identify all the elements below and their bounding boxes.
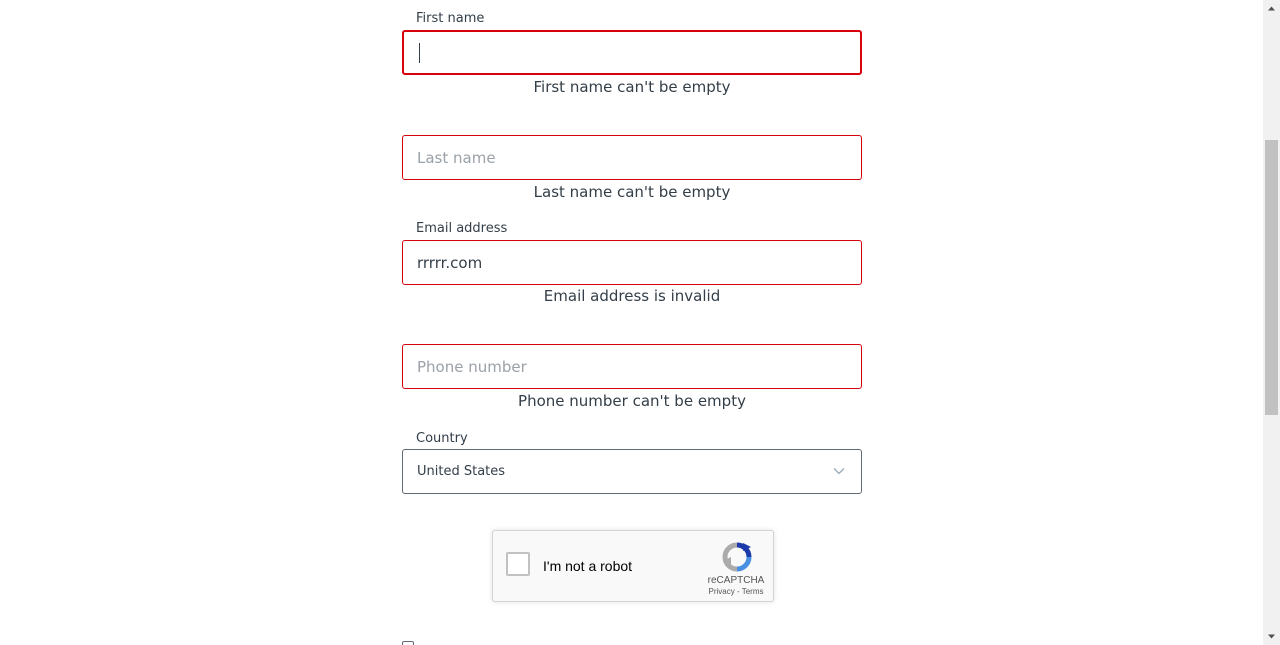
country-select[interactable]: United States	[402, 449, 862, 494]
recaptcha-privacy-link[interactable]: Privacy	[709, 587, 735, 596]
scroll-up-arrow-icon[interactable]	[1263, 0, 1280, 17]
phone-error: Phone number can't be empty	[518, 392, 746, 410]
recaptcha-brand: reCAPTCHA	[707, 575, 765, 586]
first-name-field[interactable]	[402, 30, 862, 75]
last-name-input[interactable]	[403, 136, 861, 179]
chevron-down-icon	[833, 468, 845, 475]
recaptcha-widget: I'm not a robot reCAPTCHA Privacy - Term…	[492, 530, 774, 602]
first-name-input[interactable]	[404, 32, 860, 73]
recaptcha-label: I'm not a robot	[543, 558, 633, 574]
recaptcha-terms-link[interactable]: Terms	[742, 587, 764, 596]
first-name-error: First name can't be empty	[533, 78, 731, 96]
recaptcha-links: Privacy - Terms	[699, 587, 773, 596]
recaptcha-checkbox[interactable]	[506, 552, 530, 576]
text-caret	[419, 43, 420, 63]
scroll-down-arrow-icon[interactable]	[1263, 628, 1280, 645]
email-label: Email address	[416, 221, 508, 236]
page-scrollbar[interactable]	[1263, 0, 1280, 645]
email-error: Email address is invalid	[543, 287, 721, 305]
country-label: Country	[416, 431, 468, 446]
last-name-error: Last name can't be empty	[533, 183, 731, 201]
signup-form-page: First name First name can't be empty Las…	[0, 0, 1280, 645]
email-input[interactable]	[403, 241, 861, 284]
recaptcha-link-separator: -	[734, 587, 742, 596]
first-name-label: First name	[416, 11, 485, 26]
scroll-thumb[interactable]	[1265, 140, 1278, 415]
country-selected-value: United States	[417, 464, 506, 479]
consent-checkbox[interactable]	[402, 641, 414, 645]
phone-input[interactable]	[403, 345, 861, 388]
last-name-field[interactable]	[402, 135, 862, 180]
recaptcha-logo-icon	[722, 542, 752, 572]
phone-field[interactable]	[402, 344, 862, 389]
email-field[interactable]	[402, 240, 862, 285]
